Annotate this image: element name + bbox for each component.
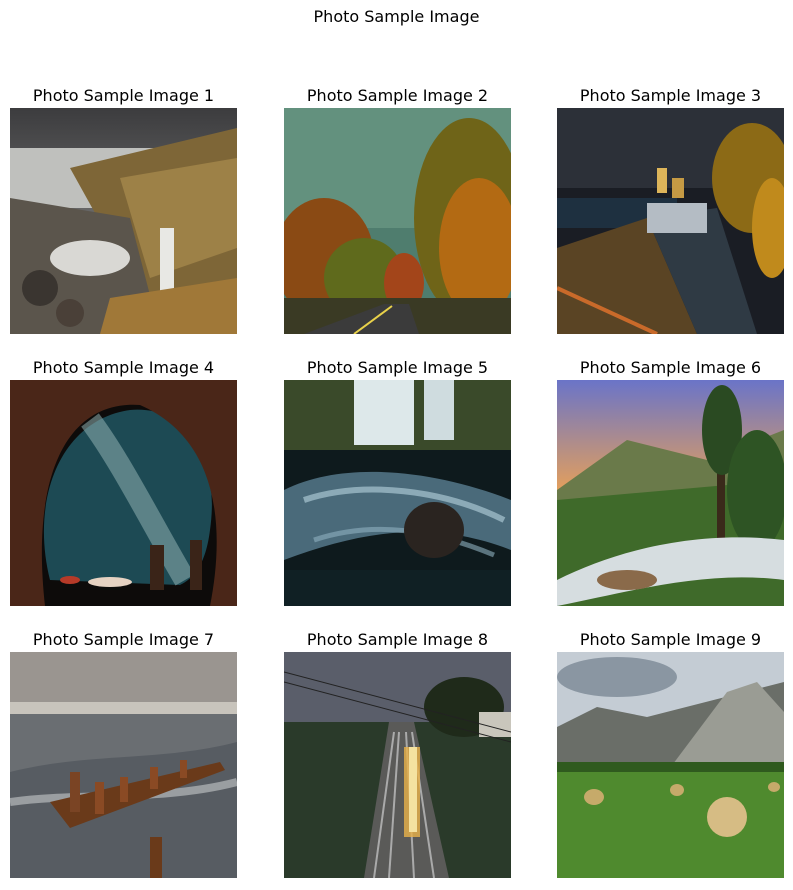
panel-5: Photo Sample Image 5: [284, 356, 511, 606]
photo-autumn-road: [284, 108, 511, 334]
panel-2: Photo Sample Image 2: [284, 84, 511, 334]
panel-7: Photo Sample Image 7: [10, 628, 237, 878]
panel-title: Photo Sample Image 2: [306, 86, 489, 105]
panel-title: Photo Sample Image 8: [306, 630, 489, 649]
panel-1: Photo Sample Image 1: [10, 84, 237, 334]
photo-hay-bales-mountains: [557, 652, 784, 878]
photo-night-waterfront-palms: [557, 108, 784, 334]
panel-9: Photo Sample Image 9: [557, 628, 784, 878]
panel-4: Photo Sample Image 4: [10, 356, 237, 606]
panel-title: Photo Sample Image 6: [579, 358, 762, 377]
photo-railway-night-train: [284, 652, 511, 878]
panel-title: Photo Sample Image 4: [32, 358, 215, 377]
panel-title: Photo Sample Image 3: [579, 86, 762, 105]
photo-long-exposure-waterfall: [284, 380, 511, 606]
photo-rocky-coast-waterfall: [10, 108, 237, 334]
panel-title: Photo Sample Image 1: [32, 86, 215, 105]
figure-suptitle: Photo Sample Image: [313, 7, 480, 26]
panel-3: Photo Sample Image 3: [557, 84, 784, 334]
panel-title: Photo Sample Image 5: [306, 358, 489, 377]
photo-milky-way-cave: [10, 380, 237, 606]
photo-sea-groyne-posts: [10, 652, 237, 878]
panel-title: Photo Sample Image 9: [579, 630, 762, 649]
photo-sunset-mountain-river: [557, 380, 784, 606]
panel-title: Photo Sample Image 7: [32, 630, 215, 649]
panel-8: Photo Sample Image 8: [284, 628, 511, 878]
panel-6: Photo Sample Image 6: [557, 356, 784, 606]
